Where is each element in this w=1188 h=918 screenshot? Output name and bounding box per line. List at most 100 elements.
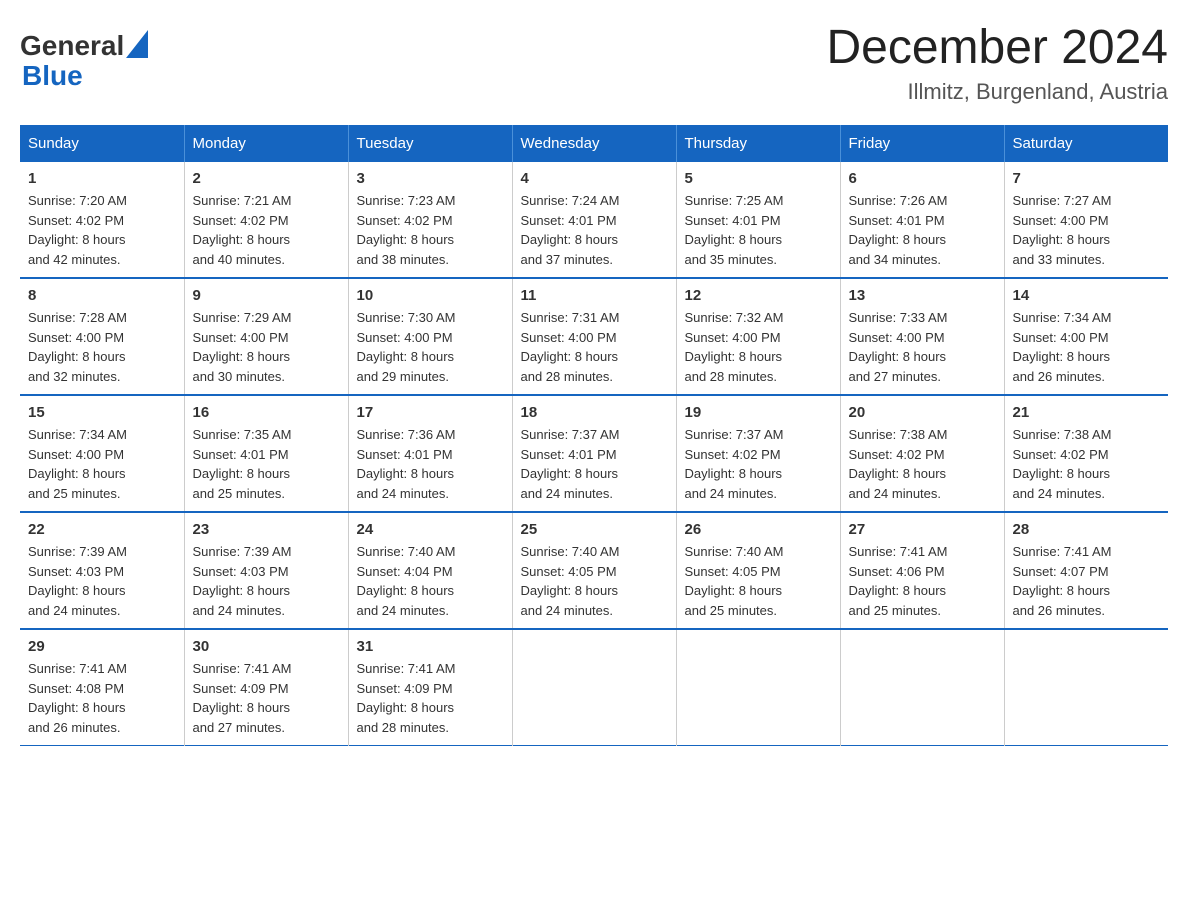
calendar-week-row: 1 Sunrise: 7:20 AM Sunset: 4:02 PM Dayli… (20, 162, 1168, 278)
col-thursday: Thursday (676, 125, 840, 162)
calendar-body: 1 Sunrise: 7:20 AM Sunset: 4:02 PM Dayli… (20, 162, 1168, 746)
day-number: 12 (685, 287, 832, 304)
day-number: 18 (521, 404, 668, 421)
day-number: 28 (1013, 521, 1161, 538)
col-saturday: Saturday (1004, 125, 1168, 162)
day-number: 15 (28, 404, 176, 421)
day-info: Sunrise: 7:34 AM Sunset: 4:00 PM Dayligh… (28, 425, 176, 503)
day-info: Sunrise: 7:31 AM Sunset: 4:00 PM Dayligh… (521, 308, 668, 386)
day-number: 20 (849, 404, 996, 421)
day-number: 31 (357, 638, 504, 655)
calendar-cell: 27 Sunrise: 7:41 AM Sunset: 4:06 PM Dayl… (840, 512, 1004, 629)
day-info: Sunrise: 7:41 AM Sunset: 4:06 PM Dayligh… (849, 542, 996, 620)
calendar-cell: 6 Sunrise: 7:26 AM Sunset: 4:01 PM Dayli… (840, 162, 1004, 278)
calendar-cell: 20 Sunrise: 7:38 AM Sunset: 4:02 PM Dayl… (840, 395, 1004, 512)
day-number: 8 (28, 287, 176, 304)
calendar-cell: 23 Sunrise: 7:39 AM Sunset: 4:03 PM Dayl… (184, 512, 348, 629)
day-info: Sunrise: 7:38 AM Sunset: 4:02 PM Dayligh… (849, 425, 996, 503)
day-info: Sunrise: 7:35 AM Sunset: 4:01 PM Dayligh… (193, 425, 340, 503)
logo: General Blue (20, 30, 148, 92)
calendar-cell: 28 Sunrise: 7:41 AM Sunset: 4:07 PM Dayl… (1004, 512, 1168, 629)
calendar-cell: 16 Sunrise: 7:35 AM Sunset: 4:01 PM Dayl… (184, 395, 348, 512)
day-info: Sunrise: 7:41 AM Sunset: 4:09 PM Dayligh… (357, 659, 504, 737)
calendar-week-row: 8 Sunrise: 7:28 AM Sunset: 4:00 PM Dayli… (20, 278, 1168, 395)
day-info: Sunrise: 7:33 AM Sunset: 4:00 PM Dayligh… (849, 308, 996, 386)
day-info: Sunrise: 7:38 AM Sunset: 4:02 PM Dayligh… (1013, 425, 1161, 503)
calendar-cell: 29 Sunrise: 7:41 AM Sunset: 4:08 PM Dayl… (20, 629, 184, 746)
title-section: December 2024 Illmitz, Burgenland, Austr… (826, 20, 1168, 105)
day-info: Sunrise: 7:28 AM Sunset: 4:00 PM Dayligh… (28, 308, 176, 386)
day-info: Sunrise: 7:20 AM Sunset: 4:02 PM Dayligh… (28, 191, 176, 269)
calendar-cell (1004, 629, 1168, 746)
col-sunday: Sunday (20, 125, 184, 162)
calendar-cell: 9 Sunrise: 7:29 AM Sunset: 4:00 PM Dayli… (184, 278, 348, 395)
day-info: Sunrise: 7:39 AM Sunset: 4:03 PM Dayligh… (193, 542, 340, 620)
day-number: 23 (193, 521, 340, 538)
col-wednesday: Wednesday (512, 125, 676, 162)
day-number: 22 (28, 521, 176, 538)
day-info: Sunrise: 7:37 AM Sunset: 4:02 PM Dayligh… (685, 425, 832, 503)
day-info: Sunrise: 7:41 AM Sunset: 4:07 PM Dayligh… (1013, 542, 1161, 620)
day-number: 16 (193, 404, 340, 421)
calendar-week-row: 15 Sunrise: 7:34 AM Sunset: 4:00 PM Dayl… (20, 395, 1168, 512)
day-info: Sunrise: 7:30 AM Sunset: 4:00 PM Dayligh… (357, 308, 504, 386)
calendar-cell (676, 629, 840, 746)
calendar-cell: 18 Sunrise: 7:37 AM Sunset: 4:01 PM Dayl… (512, 395, 676, 512)
day-info: Sunrise: 7:27 AM Sunset: 4:00 PM Dayligh… (1013, 191, 1161, 269)
calendar-cell: 7 Sunrise: 7:27 AM Sunset: 4:00 PM Dayli… (1004, 162, 1168, 278)
logo-text-blue: Blue (22, 60, 148, 92)
day-number: 26 (685, 521, 832, 538)
day-number: 2 (193, 170, 340, 187)
day-number: 10 (357, 287, 504, 304)
day-number: 7 (1013, 170, 1161, 187)
page-header: General Blue December 2024 Illmitz, Burg… (20, 20, 1168, 105)
day-info: Sunrise: 7:25 AM Sunset: 4:01 PM Dayligh… (685, 191, 832, 269)
logo-text-general: General (20, 32, 124, 60)
col-friday: Friday (840, 125, 1004, 162)
day-info: Sunrise: 7:26 AM Sunset: 4:01 PM Dayligh… (849, 191, 996, 269)
calendar-cell: 24 Sunrise: 7:40 AM Sunset: 4:04 PM Dayl… (348, 512, 512, 629)
calendar-cell: 26 Sunrise: 7:40 AM Sunset: 4:05 PM Dayl… (676, 512, 840, 629)
calendar-cell: 4 Sunrise: 7:24 AM Sunset: 4:01 PM Dayli… (512, 162, 676, 278)
calendar-cell: 1 Sunrise: 7:20 AM Sunset: 4:02 PM Dayli… (20, 162, 184, 278)
day-number: 25 (521, 521, 668, 538)
day-info: Sunrise: 7:39 AM Sunset: 4:03 PM Dayligh… (28, 542, 176, 620)
calendar-cell: 2 Sunrise: 7:21 AM Sunset: 4:02 PM Dayli… (184, 162, 348, 278)
day-number: 11 (521, 287, 668, 304)
calendar-header: Sunday Monday Tuesday Wednesday Thursday… (20, 125, 1168, 162)
day-number: 9 (193, 287, 340, 304)
calendar-week-row: 22 Sunrise: 7:39 AM Sunset: 4:03 PM Dayl… (20, 512, 1168, 629)
day-info: Sunrise: 7:21 AM Sunset: 4:02 PM Dayligh… (193, 191, 340, 269)
calendar-cell: 30 Sunrise: 7:41 AM Sunset: 4:09 PM Dayl… (184, 629, 348, 746)
calendar-cell (512, 629, 676, 746)
day-info: Sunrise: 7:40 AM Sunset: 4:05 PM Dayligh… (521, 542, 668, 620)
day-info: Sunrise: 7:34 AM Sunset: 4:00 PM Dayligh… (1013, 308, 1161, 386)
calendar-cell: 17 Sunrise: 7:36 AM Sunset: 4:01 PM Dayl… (348, 395, 512, 512)
day-number: 4 (521, 170, 668, 187)
day-number: 14 (1013, 287, 1161, 304)
calendar-cell: 12 Sunrise: 7:32 AM Sunset: 4:00 PM Dayl… (676, 278, 840, 395)
day-number: 13 (849, 287, 996, 304)
calendar-cell: 21 Sunrise: 7:38 AM Sunset: 4:02 PM Dayl… (1004, 395, 1168, 512)
calendar-cell: 19 Sunrise: 7:37 AM Sunset: 4:02 PM Dayl… (676, 395, 840, 512)
day-info: Sunrise: 7:24 AM Sunset: 4:01 PM Dayligh… (521, 191, 668, 269)
day-number: 24 (357, 521, 504, 538)
calendar-cell: 14 Sunrise: 7:34 AM Sunset: 4:00 PM Dayl… (1004, 278, 1168, 395)
day-number: 1 (28, 170, 176, 187)
calendar-cell: 31 Sunrise: 7:41 AM Sunset: 4:09 PM Dayl… (348, 629, 512, 746)
calendar-cell: 8 Sunrise: 7:28 AM Sunset: 4:00 PM Dayli… (20, 278, 184, 395)
day-number: 29 (28, 638, 176, 655)
day-info: Sunrise: 7:32 AM Sunset: 4:00 PM Dayligh… (685, 308, 832, 386)
logo-triangle-icon (126, 30, 148, 58)
calendar-cell: 5 Sunrise: 7:25 AM Sunset: 4:01 PM Dayli… (676, 162, 840, 278)
calendar-cell: 11 Sunrise: 7:31 AM Sunset: 4:00 PM Dayl… (512, 278, 676, 395)
calendar-cell: 13 Sunrise: 7:33 AM Sunset: 4:00 PM Dayl… (840, 278, 1004, 395)
day-number: 30 (193, 638, 340, 655)
day-info: Sunrise: 7:36 AM Sunset: 4:01 PM Dayligh… (357, 425, 504, 503)
day-number: 27 (849, 521, 996, 538)
day-info: Sunrise: 7:37 AM Sunset: 4:01 PM Dayligh… (521, 425, 668, 503)
calendar-cell: 22 Sunrise: 7:39 AM Sunset: 4:03 PM Dayl… (20, 512, 184, 629)
day-number: 17 (357, 404, 504, 421)
col-monday: Monday (184, 125, 348, 162)
day-info: Sunrise: 7:41 AM Sunset: 4:08 PM Dayligh… (28, 659, 176, 737)
